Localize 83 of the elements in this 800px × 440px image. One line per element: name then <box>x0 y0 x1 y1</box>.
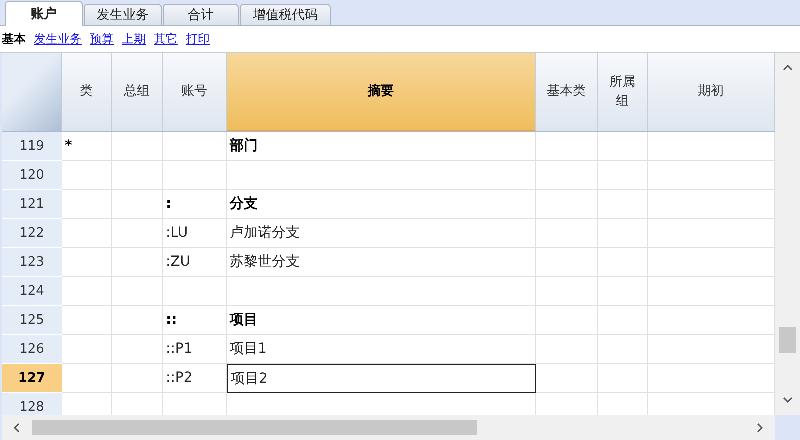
table-cell <box>536 161 598 190</box>
table-cell <box>112 306 163 335</box>
table-cell <box>112 161 163 190</box>
table-cell <box>62 161 112 190</box>
table-cell: :: <box>163 306 227 335</box>
table-cell: : <box>163 190 227 219</box>
row-number: 125 <box>2 306 62 335</box>
table-cell: 项目 <box>227 306 536 335</box>
table-cell: ::P2 <box>163 364 227 393</box>
table-cell <box>536 335 598 364</box>
row-number: 119 <box>2 132 62 161</box>
row-number: 121 <box>2 190 62 219</box>
row-number: 120 <box>2 161 62 190</box>
column-header[interactable]: 所属组 <box>598 53 648 131</box>
table-cell <box>62 335 112 364</box>
view-link[interactable]: 预算 <box>90 30 114 48</box>
table-cell <box>536 277 598 306</box>
table-cell <box>62 306 112 335</box>
table-cell <box>112 364 163 393</box>
row-number: 127 <box>2 364 62 393</box>
view-link[interactable]: 上期 <box>122 30 146 48</box>
table-cell <box>536 306 598 335</box>
table-cell <box>536 190 598 219</box>
row-number: 122 <box>2 219 62 248</box>
view-link[interactable]: 基本 <box>2 30 26 48</box>
tab[interactable]: 增值税代码 <box>240 4 331 25</box>
view-link[interactable]: 其它 <box>154 30 178 48</box>
scroll-thumb[interactable] <box>32 420 477 435</box>
table-cell <box>598 306 648 335</box>
column-header[interactable]: 期初 <box>648 53 775 131</box>
table-cell <box>598 190 648 219</box>
table-cell <box>112 132 163 161</box>
row-number: 124 <box>2 277 62 306</box>
view-link[interactable]: 发生业务 <box>34 30 82 48</box>
table-cell <box>112 277 163 306</box>
table-cell[interactable]: 项目2 <box>227 364 536 393</box>
table-cell: 苏黎世分支 <box>227 248 536 277</box>
table-cell <box>536 248 598 277</box>
column-header[interactable]: 类 <box>62 53 112 131</box>
vertical-scrollbar[interactable] <box>775 53 800 415</box>
table-cell <box>62 219 112 248</box>
row-number: 128 <box>2 393 62 415</box>
table-cell: * <box>62 132 112 161</box>
table-cell: :ZU <box>163 248 227 277</box>
column-header[interactable]: 摘要 <box>227 53 536 131</box>
table-cell <box>598 277 648 306</box>
view-link[interactable]: 打印 <box>186 30 210 48</box>
table-cell <box>112 248 163 277</box>
row-number: 126 <box>2 335 62 364</box>
table-cell <box>598 219 648 248</box>
table-cell <box>598 161 648 190</box>
column-header[interactable]: 总组 <box>112 53 163 131</box>
table-cell <box>112 219 163 248</box>
table-cell <box>536 219 598 248</box>
table-cell <box>536 132 598 161</box>
horizontal-scrollbar[interactable] <box>2 415 775 440</box>
scroll-thumb[interactable] <box>779 327 796 353</box>
table-cell <box>163 132 227 161</box>
table-cell <box>163 277 227 306</box>
tab[interactable]: 发生业务 <box>84 4 162 25</box>
table-cell: 部门 <box>227 132 536 161</box>
table-cell: ::P1 <box>163 335 227 364</box>
table-cell <box>112 335 163 364</box>
table-cell: 分支 <box>227 190 536 219</box>
table-cell <box>163 161 227 190</box>
table-cell: 卢加诺分支 <box>227 219 536 248</box>
table-cell: :LU <box>163 219 227 248</box>
row-number: 123 <box>2 248 62 277</box>
table-cell <box>62 190 112 219</box>
table-cell <box>598 364 648 393</box>
table-cell <box>112 190 163 219</box>
column-header[interactable]: 账号 <box>163 53 227 131</box>
table-cell <box>62 248 112 277</box>
table-cell <box>598 132 648 161</box>
table-cell <box>62 277 112 306</box>
table-cell <box>536 364 598 393</box>
table-cell <box>598 335 648 364</box>
table-cell <box>62 364 112 393</box>
tab[interactable]: 合计 <box>163 4 239 25</box>
table-cell: 项目1 <box>227 335 536 364</box>
tab[interactable]: 账户 <box>5 1 83 26</box>
column-header[interactable]: 基本类 <box>536 53 598 131</box>
table-cell <box>598 248 648 277</box>
